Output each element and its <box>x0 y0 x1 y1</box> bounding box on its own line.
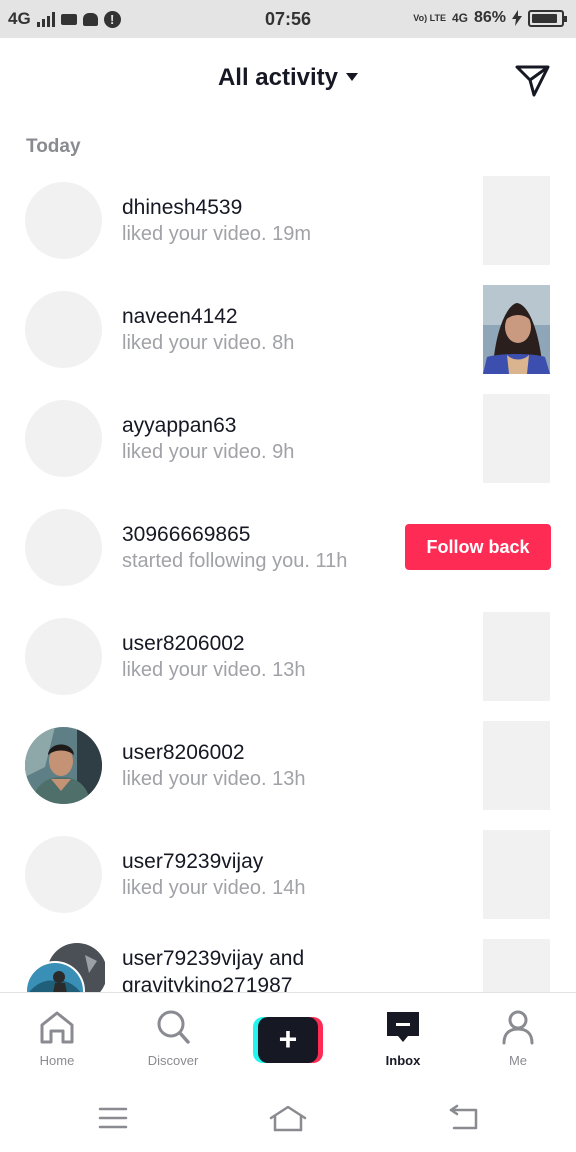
header: All activity <box>0 38 576 122</box>
notification-text: liked your video. 9h <box>122 441 295 463</box>
tab-home[interactable]: Home <box>7 993 107 1083</box>
avatar[interactable] <box>25 618 102 695</box>
username-pair[interactable]: user79239vijay and <box>122 947 304 971</box>
notification-text: liked your video. 8h <box>122 332 295 354</box>
notification-text: liked your video. 13h <box>122 659 306 681</box>
menu-icon[interactable] <box>98 1106 128 1130</box>
avatar[interactable] <box>25 291 102 368</box>
video-thumbnail[interactable] <box>483 612 550 701</box>
activity-filter-dropdown[interactable]: All activity <box>0 64 576 92</box>
home-icon <box>40 1011 74 1044</box>
notification-item[interactable]: dhinesh4539 liked your video. 19m <box>0 158 576 267</box>
network2-label: 4G <box>451 10 468 25</box>
notification-text: liked your video. 14h <box>122 877 306 899</box>
page-title: All activity <box>217 64 339 91</box>
conjunction: and <box>269 947 305 970</box>
avatar[interactable] <box>25 509 102 586</box>
charging-icon <box>512 10 522 26</box>
battery-percent: 86% <box>473 9 506 26</box>
username[interactable]: 30966669865 <box>122 523 250 547</box>
notification-text: started following you. 11h <box>122 550 348 572</box>
avatar[interactable] <box>25 836 102 913</box>
notification-item[interactable]: user8206002 liked your video. 13h <box>0 703 576 812</box>
video-thumbnail[interactable] <box>483 285 550 374</box>
video-thumbnail[interactable] <box>483 394 550 483</box>
follow-back-button[interactable]: Follow back <box>405 524 551 570</box>
system-nav-bar <box>0 1082 576 1152</box>
username[interactable]: naveen4142 <box>122 305 238 329</box>
tab-me[interactable]: Me <box>468 993 568 1083</box>
status-bar: 4G ! 07:56 Vo) LTE 4G 86% <box>0 0 576 38</box>
back-icon[interactable] <box>448 1104 480 1132</box>
notification-list[interactable]: dhinesh4539 liked your video. 19m naveen… <box>0 158 576 992</box>
home-nav-icon[interactable] <box>268 1104 308 1132</box>
avatar[interactable] <box>25 727 102 804</box>
username[interactable]: dhinesh4539 <box>122 196 242 220</box>
bottom-tab-bar: Home Discover + Inbox Me <box>0 992 576 1082</box>
avatar-photo <box>25 727 102 804</box>
notification-item[interactable]: user79239vijay liked your video. 14h <box>0 812 576 921</box>
username[interactable]: user79239vijay <box>122 850 263 874</box>
notification-item[interactable]: user8206002 liked your video. 13h <box>0 594 576 703</box>
notification-item[interactable]: naveen4142 liked your video. 8h <box>0 267 576 376</box>
section-label-today: Today <box>26 136 81 157</box>
tab-label: Home <box>39 1053 75 1068</box>
inbox-icon <box>387 1012 419 1042</box>
video-thumbnail[interactable] <box>483 830 550 919</box>
avatar[interactable] <box>25 182 102 259</box>
username[interactable]: user8206002 <box>122 632 245 656</box>
video-thumbnail[interactable] <box>483 721 550 810</box>
search-icon <box>157 1010 190 1044</box>
username[interactable]: ayyappan63 <box>122 414 236 438</box>
tab-label: Me <box>508 1053 528 1068</box>
tab-discover[interactable]: Discover <box>123 993 223 1083</box>
notification-text: liked your video. 13h <box>122 768 306 790</box>
battery-icon <box>528 9 567 27</box>
plus-icon: + <box>258 1017 318 1063</box>
avatar[interactable] <box>25 400 102 477</box>
username[interactable]: user8206002 <box>122 741 245 765</box>
tab-label: Discover <box>147 1053 199 1068</box>
profile-icon <box>502 1010 534 1045</box>
notification-text: liked your video. 19m <box>122 223 311 245</box>
caret-down-icon <box>346 72 359 81</box>
video-frame-image <box>483 285 550 374</box>
notification-item[interactable]: user79239vijay and gravitykino271987 <box>0 921 576 992</box>
video-thumbnail[interactable] <box>483 176 550 265</box>
create-button[interactable]: + <box>253 1017 323 1063</box>
notification-item[interactable]: ayyappan63 liked your video. 9h <box>0 376 576 485</box>
volte-label: Vo) LTE <box>413 12 446 23</box>
username[interactable]: user79239vijay <box>122 947 263 970</box>
status-right: Vo) LTE 4G 86% <box>413 9 567 27</box>
username[interactable]: gravitykino271987 <box>122 974 292 992</box>
send-icon[interactable] <box>512 60 552 100</box>
tab-label: Inbox <box>385 1053 421 1068</box>
group-avatar[interactable] <box>25 943 105 992</box>
tab-inbox[interactable]: Inbox <box>353 993 453 1083</box>
video-thumbnail[interactable] <box>483 939 550 992</box>
